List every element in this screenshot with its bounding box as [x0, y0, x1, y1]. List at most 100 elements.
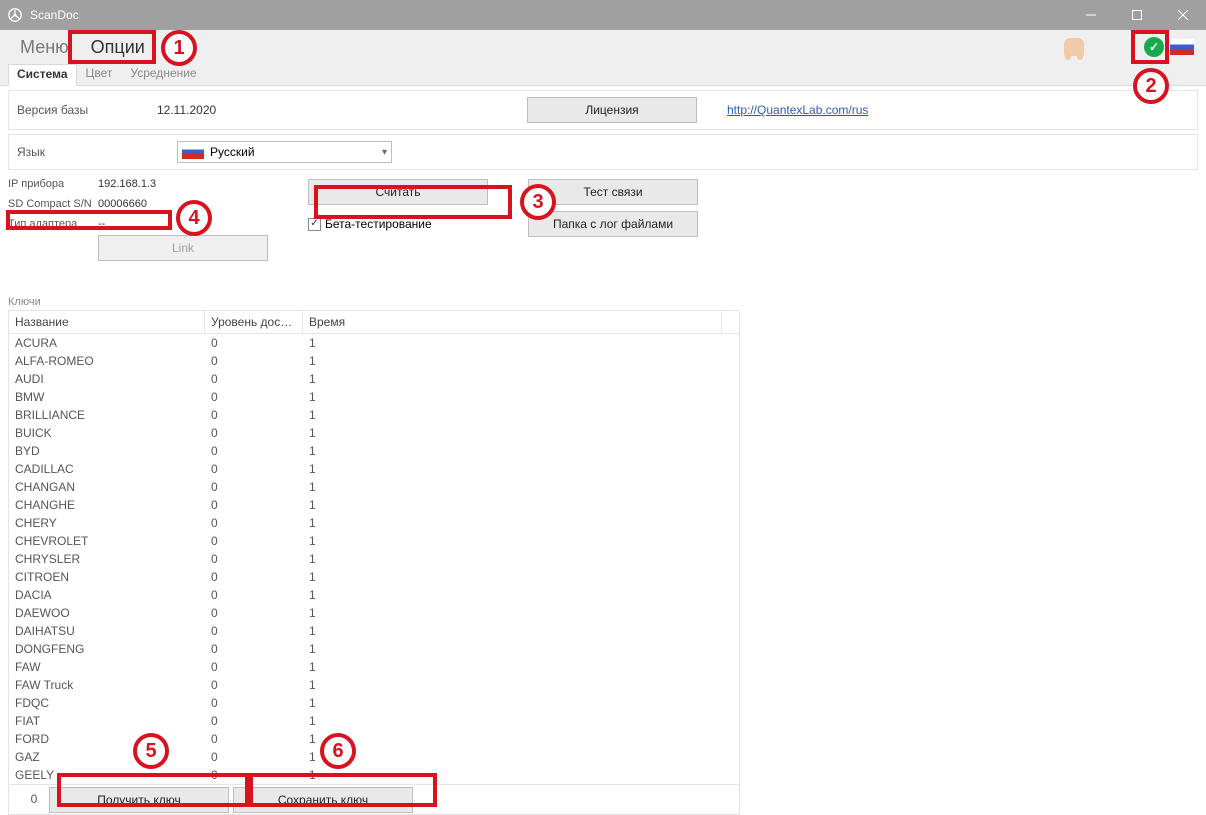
table-row[interactable]: BRILLIANCE01: [9, 406, 739, 424]
keys-header: Название Уровень досту... Время: [9, 311, 739, 334]
cell-name: GEELY: [9, 768, 205, 782]
cell-access: 0: [205, 678, 303, 692]
sn-value: 00006660: [98, 198, 147, 210]
cell-time: 1: [303, 426, 739, 440]
cell-access: 0: [205, 714, 303, 728]
cell-access: 0: [205, 624, 303, 638]
table-row[interactable]: CHANGHE01: [9, 496, 739, 514]
cell-access: 0: [205, 390, 303, 404]
cell-access: 0: [205, 480, 303, 494]
language-select[interactable]: Русский ▾: [177, 141, 392, 163]
cell-access: 0: [205, 354, 303, 368]
cell-time: 1: [303, 714, 739, 728]
beta-checkbox[interactable]: ✓Бета-тестирование: [308, 217, 432, 231]
cell-access: 0: [205, 606, 303, 620]
test-conn-button[interactable]: Тест связи: [528, 179, 698, 205]
menu-menu[interactable]: Меню: [14, 35, 75, 60]
minimize-button[interactable]: [1068, 0, 1114, 30]
license-button[interactable]: Лицензия: [527, 97, 697, 123]
table-row[interactable]: AUDI01: [9, 370, 739, 388]
adapter-value: --: [98, 218, 105, 230]
table-row[interactable]: FAW01: [9, 658, 739, 676]
menu-options[interactable]: Опции: [85, 35, 151, 60]
sn-label: SD Compact S/N: [8, 198, 98, 210]
keys-title: Ключи: [8, 294, 740, 310]
tab-averaging[interactable]: Усреднение: [121, 63, 205, 85]
cell-time: 1: [303, 408, 739, 422]
close-button[interactable]: [1160, 0, 1206, 30]
cell-access: 0: [205, 498, 303, 512]
col-name[interactable]: Название: [9, 311, 205, 333]
table-row[interactable]: GAZ01: [9, 748, 739, 766]
table-row[interactable]: FAW Truck01: [9, 676, 739, 694]
cell-name: CHERY: [9, 516, 205, 530]
table-row[interactable]: DACIA01: [9, 586, 739, 604]
cell-name: FAW Truck: [9, 678, 205, 692]
tab-system[interactable]: Система: [8, 64, 77, 86]
table-row[interactable]: BYD01: [9, 442, 739, 460]
get-key-button[interactable]: Получить ключ: [49, 787, 229, 813]
table-row[interactable]: DAIHATSU01: [9, 622, 739, 640]
cell-access: 0: [205, 516, 303, 530]
cell-time: 1: [303, 372, 739, 386]
cell-access: 0: [205, 372, 303, 386]
cell-access: 0: [205, 750, 303, 764]
chevron-down-icon: ▾: [382, 147, 387, 158]
table-row[interactable]: FORD01: [9, 730, 739, 748]
maximize-button[interactable]: [1114, 0, 1160, 30]
cell-time: 1: [303, 606, 739, 620]
cell-name: CITROEN: [9, 570, 205, 584]
read-button[interactable]: Считать: [308, 179, 488, 205]
table-row[interactable]: CITROEN01: [9, 568, 739, 586]
col-time[interactable]: Время: [303, 311, 722, 333]
status-ok-icon[interactable]: ✓: [1144, 37, 1164, 57]
table-row[interactable]: GEELY01: [9, 766, 739, 784]
cell-time: 1: [303, 642, 739, 656]
table-row[interactable]: ALFA-ROMEO01: [9, 352, 739, 370]
phone-icon[interactable]: [1064, 38, 1084, 56]
cell-time: 1: [303, 354, 739, 368]
cell-time: 1: [303, 678, 739, 692]
cell-name: ALFA-ROMEO: [9, 354, 205, 368]
cell-time: 1: [303, 588, 739, 602]
cell-name: DACIA: [9, 588, 205, 602]
cell-access: 0: [205, 426, 303, 440]
cell-time: 1: [303, 516, 739, 530]
cell-name: GAZ: [9, 750, 205, 764]
cell-access: 0: [205, 534, 303, 548]
log-folder-button[interactable]: Папка с лог файлами: [528, 211, 698, 237]
cell-name: CHANGHE: [9, 498, 205, 512]
table-row[interactable]: CADILLAC01: [9, 460, 739, 478]
cell-access: 0: [205, 588, 303, 602]
cell-time: 1: [303, 444, 739, 458]
table-row[interactable]: ACURA01: [9, 334, 739, 352]
table-row[interactable]: BMW01: [9, 388, 739, 406]
tab-color[interactable]: Цвет: [77, 63, 122, 85]
cell-time: 1: [303, 336, 739, 350]
vendor-link[interactable]: http://QuantexLab.com/rus: [727, 103, 868, 117]
cell-name: ACURA: [9, 336, 205, 350]
ip-value: 192.168.1.3: [98, 178, 156, 190]
table-row[interactable]: BUICK01: [9, 424, 739, 442]
keys-rows[interactable]: ACURA01ALFA-ROMEO01AUDI01BMW01BRILLIANCE…: [9, 334, 739, 784]
cell-name: FAW: [9, 660, 205, 674]
table-row[interactable]: DONGFENG01: [9, 640, 739, 658]
cell-name: CADILLAC: [9, 462, 205, 476]
col-access[interactable]: Уровень досту...: [205, 311, 303, 333]
table-row[interactable]: CHRYSLER01: [9, 550, 739, 568]
cell-access: 0: [205, 462, 303, 476]
table-row[interactable]: FIAT01: [9, 712, 739, 730]
save-key-button[interactable]: Сохранить ключ: [233, 787, 413, 813]
table-row[interactable]: FDQC01: [9, 694, 739, 712]
table-row[interactable]: CHERY01: [9, 514, 739, 532]
cell-name: CHRYSLER: [9, 552, 205, 566]
cell-name: AUDI: [9, 372, 205, 386]
table-row[interactable]: DAEWOO01: [9, 604, 739, 622]
cell-time: 1: [303, 534, 739, 548]
flag-ru-icon[interactable]: [1170, 39, 1194, 55]
cell-name: BMW: [9, 390, 205, 404]
table-row[interactable]: CHEVROLET01: [9, 532, 739, 550]
link-button[interactable]: Link: [98, 235, 268, 261]
cell-access: 0: [205, 408, 303, 422]
table-row[interactable]: CHANGAN01: [9, 478, 739, 496]
